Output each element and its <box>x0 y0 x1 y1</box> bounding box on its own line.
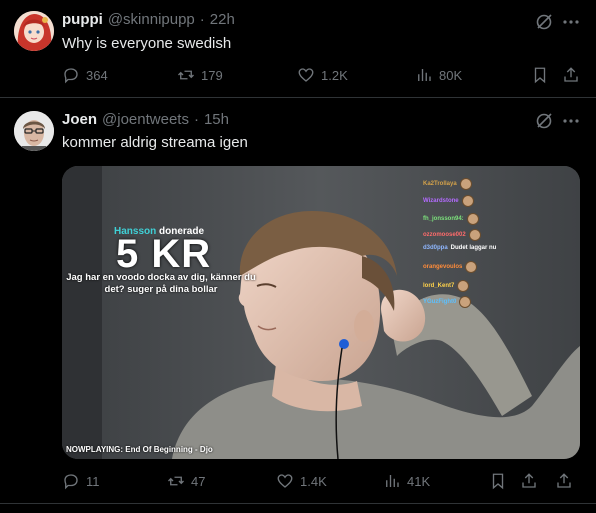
repost-button[interactable]: 47 <box>167 472 205 490</box>
chat-message: d3d0ppa Dudet laggar nu <box>423 245 496 251</box>
grok-icon[interactable] <box>535 13 553 31</box>
view-count: 41K <box>407 473 431 489</box>
more-options-icon[interactable] <box>562 13 580 31</box>
divider <box>0 503 596 504</box>
chat-user: fh_jonsson94: <box>423 216 464 222</box>
repost-count: 179 <box>201 67 223 83</box>
repost-icon <box>178 70 194 80</box>
timestamp[interactable]: 15h <box>204 111 229 128</box>
like-button[interactable]: 1.4K <box>276 472 327 490</box>
share-button[interactable] <box>562 66 580 84</box>
grok-icon[interactable] <box>535 112 553 130</box>
chat-message: YGuzFight0 <box>423 296 472 308</box>
user-handle[interactable]: @joentweets <box>102 111 189 128</box>
separator-dot: · <box>199 11 205 28</box>
reply-icon <box>64 68 78 84</box>
chat-user: d3d0ppa <box>423 245 448 251</box>
reply-count: 11 <box>86 473 100 489</box>
repost-count: 47 <box>191 473 206 489</box>
emote-icon <box>461 195 474 207</box>
like-count: 1.2K <box>321 67 348 83</box>
tweet-text: Why is everyone swedish <box>62 35 232 52</box>
chat-user: orangevoulos <box>423 264 463 270</box>
like-count: 1.4K <box>300 473 327 489</box>
views-button[interactable]: 80K <box>415 66 462 84</box>
bookmark-button[interactable] <box>489 472 507 490</box>
avatar[interactable] <box>14 111 54 151</box>
upload-icon <box>557 473 571 488</box>
bookmark-icon <box>492 473 504 490</box>
reply-button[interactable]: 364 <box>62 66 108 84</box>
views-icon <box>386 475 399 487</box>
separator-dot: · <box>193 111 199 128</box>
chat-message: lord_Kent7 <box>423 280 470 292</box>
repost-icon <box>168 476 184 486</box>
tweet-text: kommer aldrig streama igen <box>62 134 248 151</box>
display-name[interactable]: Joen <box>62 111 97 128</box>
share-icon <box>564 67 578 82</box>
emote-icon <box>465 261 478 273</box>
now-playing-text: NOWPLAYING: End Of Beginning - Djo <box>66 445 213 454</box>
chat-user: ozzomoose002 <box>423 232 466 238</box>
heart-icon <box>298 68 314 82</box>
timestamp[interactable]: 22h <box>210 11 235 28</box>
avatar-image <box>14 11 54 51</box>
avatar-image <box>14 111 54 151</box>
emote-icon <box>468 229 481 241</box>
reply-icon <box>64 474 78 490</box>
chat-message: fh_jonsson94: <box>423 213 479 225</box>
tweet-header: puppi @skinnipupp · 22h <box>62 11 235 28</box>
stream-frame <box>62 166 580 459</box>
chat-message: Wizardstone <box>423 195 474 207</box>
grok-share-button[interactable] <box>555 472 573 490</box>
chat-text: Dudet laggar nu <box>450 245 497 251</box>
like-button[interactable]: 1.2K <box>297 66 348 84</box>
view-count: 80K <box>439 67 463 83</box>
bookmark-icon <box>534 67 546 84</box>
emote-icon <box>466 213 479 225</box>
reply-button[interactable]: 11 <box>62 472 100 490</box>
chat-user: lord_Kent7 <box>423 283 455 289</box>
views-button[interactable]: 41K <box>383 472 430 490</box>
chat-user: Wizardstone <box>423 198 459 204</box>
donation-amount: 5 KR <box>116 232 212 276</box>
more-options-icon[interactable] <box>562 112 580 130</box>
emote-icon <box>459 296 472 308</box>
chat-user: YGuzFight0 <box>423 299 457 305</box>
reply-count: 364 <box>86 67 108 83</box>
chat-message: orangevoulos <box>423 261 478 273</box>
repost-button[interactable]: 179 <box>177 66 223 84</box>
chat-message: Ka2Trollaya <box>423 178 472 190</box>
heart-icon <box>277 474 293 488</box>
avatar[interactable] <box>14 11 54 51</box>
donation-message: Jag har en voodo docka av dig, känner du… <box>66 272 256 295</box>
chat-user: Ka2Trollaya <box>423 181 457 187</box>
display-name[interactable]: puppi <box>62 11 103 28</box>
chat-message: ozzomoose002 <box>423 229 481 241</box>
bookmark-button[interactable] <box>531 66 549 84</box>
share-button[interactable] <box>520 472 538 490</box>
tweet-header: Joen @joentweets · 15h <box>62 111 229 128</box>
tweet-puppi[interactable]: puppi @skinnipupp · 22h Why is everyone … <box>0 0 596 97</box>
views-icon <box>418 69 431 81</box>
emote-icon <box>459 178 472 190</box>
tweet-media-image[interactable] <box>62 166 580 459</box>
emote-icon <box>457 280 470 292</box>
user-handle[interactable]: @skinnipupp <box>108 11 195 28</box>
share-icon <box>522 473 536 488</box>
